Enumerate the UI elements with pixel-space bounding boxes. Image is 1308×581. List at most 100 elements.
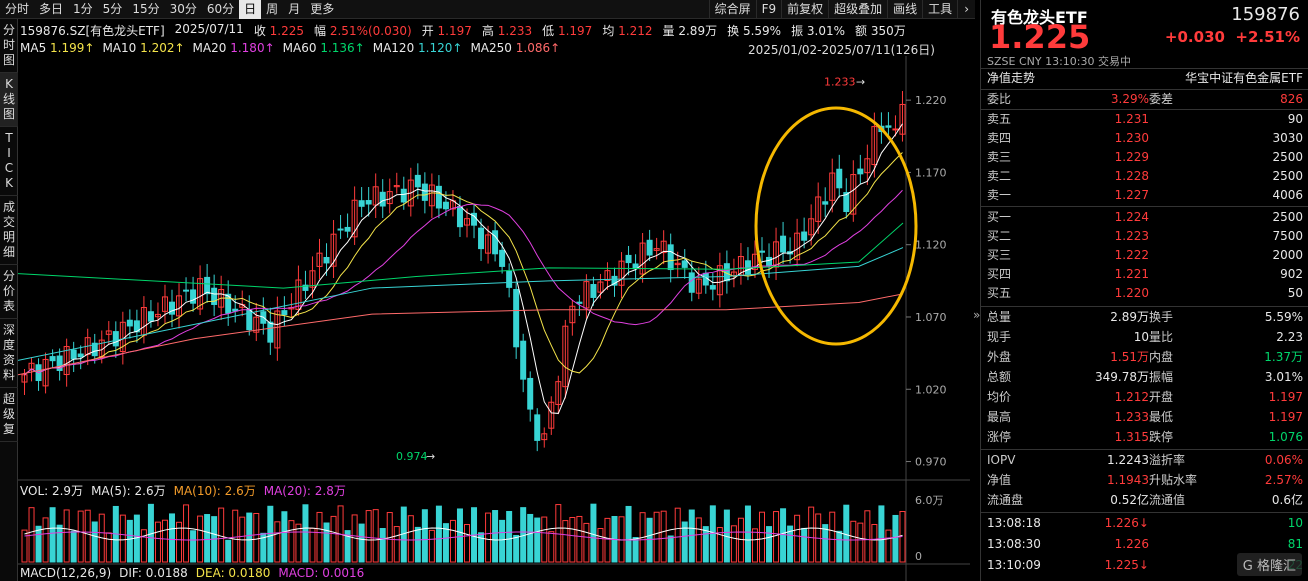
left-tab-char: 复 [2,422,15,436]
period-tab[interactable]: 1分 [68,0,98,19]
volume-bar [569,516,576,563]
ma-item: MA250 1.086↑ [470,41,560,57]
tool-button[interactable]: 画线 [887,0,922,19]
panel-change-pct: +2.51% [1235,28,1300,46]
nav-chart-tab[interactable]: 净值走势 [987,69,1035,88]
bid-row: 买二 1.223 7500 [981,227,1308,246]
stat-label: 最低 [1149,410,1174,424]
iopv-label: 净值 [987,473,1012,487]
bid-qty: 2500 [1272,210,1303,224]
ma-item: MA60 1.136↑ [283,41,365,57]
left-vertical-tabs: 分时图K线图TICK成交明细分价表深度资料超级复 [0,19,18,581]
expand-arrow-icon[interactable]: » [973,308,980,322]
candle-body [281,310,288,316]
ask-row: 卖五 1.231 90 [981,110,1308,129]
left-tab[interactable]: 超级复 [0,388,18,442]
tick-row: 13:08:18 1.226↓ 10 [981,514,1308,533]
turnover-label: 换 [727,24,740,38]
candle-body [147,311,154,322]
candle-body [435,185,442,209]
ask-label: 卖四 [987,131,1012,145]
period-tab[interactable]: 30分 [165,0,202,19]
volume-bar [625,505,632,563]
volume-bar [555,504,562,563]
avg-label: 均 [602,24,615,38]
weibi-row: 委比 3.29% 委差 826 [981,90,1308,109]
candle-body [506,270,513,288]
tool-button[interactable]: 综合屏 [708,0,756,19]
volume-legend: VOL: 2.9万 MA(5): 2.6万 MA(10): 2.6万 MA(20… [20,482,346,499]
stat-row: 涨停 1.315 跌停 1.076 [981,428,1308,447]
panel-price: 1.225 [989,18,1091,56]
candle-body [759,250,765,253]
volume-bar [365,510,372,563]
volume-bar [21,529,28,563]
volume-bar [759,511,765,563]
volume-bar [449,519,456,563]
volume-bar [253,512,260,563]
more-chevron-icon[interactable]: › [957,0,975,19]
iopv-row: 流通盘 0.52亿 流通值 0.6亿 [981,491,1308,510]
iopv-label: 溢折率 [1149,453,1186,467]
left-tab[interactable]: 分时图 [0,19,18,73]
watermark-logo: G 格隆汇 [1236,553,1302,576]
stat-label: 内盘 [1149,350,1174,364]
volume-bar [63,509,70,563]
volume-bar [744,505,751,563]
ask-qty: 2500 [1272,169,1303,183]
candle-body [204,276,211,295]
candle-body [456,206,463,228]
candle-body [400,188,407,203]
period-tab[interactable]: 15分 [127,0,164,19]
left-tab[interactable]: K线图 [0,73,18,127]
left-tab[interactable]: 分价表 [0,265,18,319]
kline-chart[interactable]: 1.2201.1701.1201.0701.0200.9701.233 →0.97… [18,56,970,581]
bid-qty: 7500 [1272,229,1303,243]
tick-price: 1.225↓ [1104,558,1149,572]
tool-button[interactable]: 工具 [922,0,957,19]
candle-body [534,414,541,441]
candle-body [112,331,119,347]
volume-bar [892,514,899,563]
candle-body [709,285,716,290]
volume-bar [358,523,365,563]
volume-bar [794,514,801,563]
period-tab[interactable]: 更多 [305,0,339,19]
period-tab[interactable]: 60分 [202,0,239,19]
fund-name-tab[interactable]: 华宝中证有色金属ETF [1185,69,1303,88]
volume-bar [850,520,857,563]
candles [21,91,906,452]
stat-value: 1.076 [1268,430,1303,444]
left-tab[interactable]: TICK [0,127,18,196]
macd-legend: MACD(12,26,9) DIF: 0.0188 DEA: 0.0180 MA… [20,566,364,580]
bid-price: 1.220 [1114,286,1149,300]
left-tab[interactable]: 深度资料 [0,319,18,388]
left-tab-char: I [7,146,11,160]
candle-body [590,284,597,298]
volume-bar [492,510,499,563]
period-tab[interactable]: 5分 [98,0,128,19]
ma-value: 1.120↑ [418,41,463,55]
volume-bar [183,504,190,563]
highlight-ellipse [754,106,918,346]
candle-body [442,201,449,210]
volume-value: 2.89万 [678,24,718,38]
candle-body [513,289,520,348]
ask-row: 卖四 1.230 3030 [981,129,1308,148]
tool-button[interactable]: F9 [755,0,782,19]
period-tab[interactable]: 分时 [0,0,34,19]
tool-button[interactable]: 前复权 [781,0,828,19]
bid-price: 1.223 [1114,229,1149,243]
left-tab[interactable]: 成交明细 [0,196,18,265]
period-tab[interactable]: 周 [261,0,283,19]
period-tab[interactable]: 月 [283,0,305,19]
bid-label: 买五 [987,286,1012,300]
bid-label: 买四 [987,267,1012,281]
period-tab[interactable]: 多日 [34,0,68,19]
stat-value: 1.212 [1114,390,1149,404]
candle-body [77,353,84,358]
tool-button[interactable]: 超级叠加 [828,0,887,19]
period-tab[interactable]: 日 [239,0,262,19]
stat-label: 换手 [1149,310,1174,324]
left-tab-char: 料 [2,368,15,382]
